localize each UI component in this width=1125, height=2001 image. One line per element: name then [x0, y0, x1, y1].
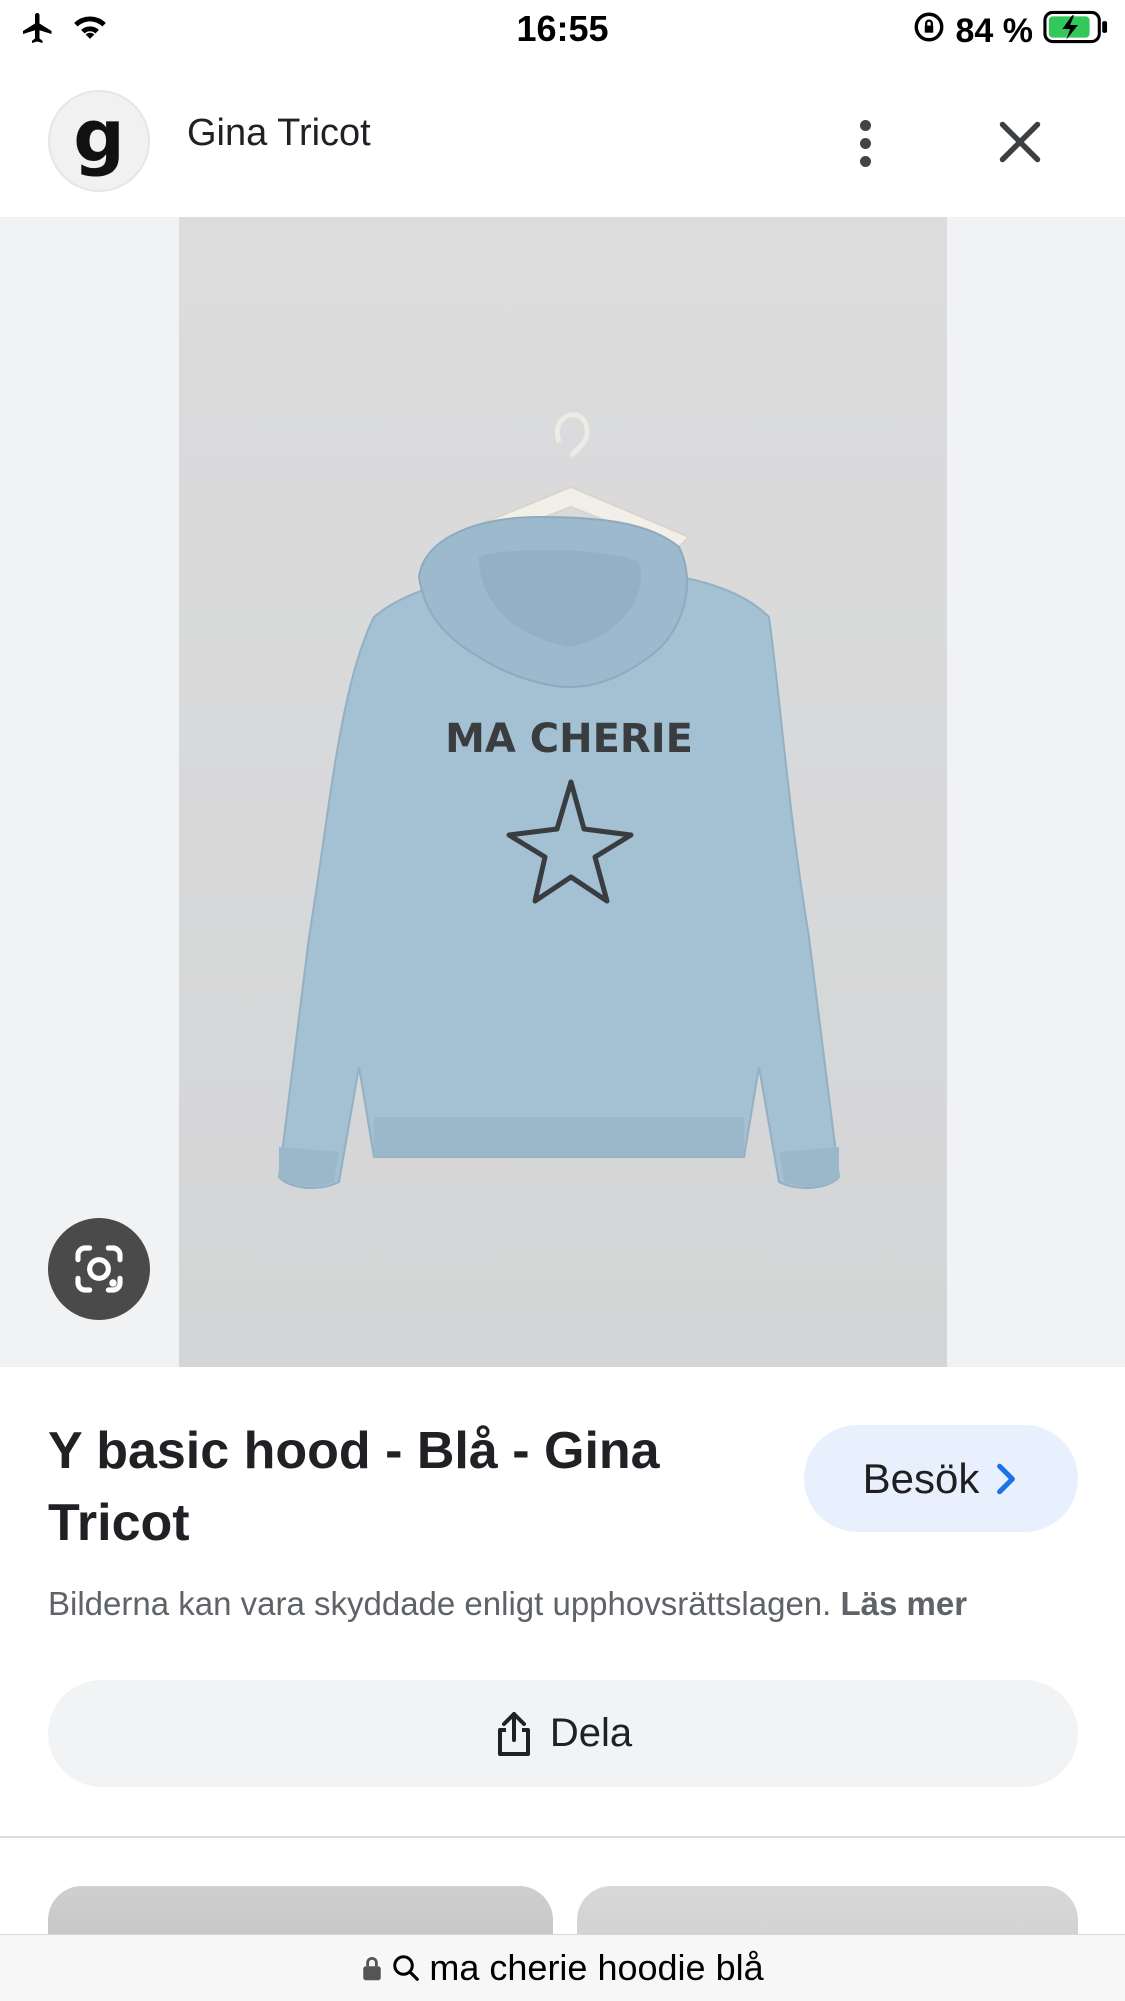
header: g Gina Tricot — [0, 62, 1125, 217]
battery-percent: 84 % — [955, 12, 1034, 50]
hoodie-image: MA CHERIE — [277, 412, 841, 1189]
close-icon — [999, 121, 1041, 163]
more-vertical-icon — [859, 119, 871, 131]
google-lens-button[interactable] — [48, 1218, 150, 1320]
site-name[interactable]: Gina Tricot — [187, 112, 371, 155]
close-button[interactable] — [990, 112, 1050, 172]
copyright-text: Bilderna kan vara skyddade enligt upphov… — [48, 1585, 832, 1622]
orientation-lock-icon — [912, 10, 946, 53]
status-bar: 16:55 84 % — [0, 0, 1125, 62]
read-more-link[interactable]: Läs mer — [841, 1585, 968, 1622]
battery-icon — [1043, 10, 1109, 53]
more-options-button[interactable] — [840, 110, 890, 176]
lock-icon — [363, 1957, 382, 1981]
url-bar[interactable]: ma cherie hoodie blå — [0, 1934, 1125, 2001]
product-image[interactable]: MA CHERIE — [179, 217, 947, 1367]
share-button[interactable]: Dela — [48, 1680, 1078, 1787]
chevron-right-icon — [997, 1463, 1016, 1494]
search-icon — [393, 1955, 420, 1981]
share-icon — [497, 1711, 530, 1756]
lens-icon — [75, 1245, 123, 1293]
logo-letter: g — [73, 94, 125, 178]
image-viewer[interactable]: MA CHERIE — [0, 217, 1125, 1367]
visit-button[interactable]: Besök — [804, 1425, 1078, 1532]
url-query: ma cherie hoodie blå — [429, 1947, 764, 1988]
site-logo[interactable]: g — [48, 90, 150, 192]
result-title[interactable]: Y basic hood - Blå - Gina Tricot — [48, 1415, 768, 1559]
copyright-notice: Bilderna kan vara skyddade enligt upphov… — [48, 1585, 967, 1623]
visit-label: Besök — [862, 1454, 980, 1502]
share-label: Dela — [549, 1711, 633, 1755]
print-text: MA CHERIE — [445, 716, 693, 762]
section-divider — [0, 1836, 1125, 1838]
